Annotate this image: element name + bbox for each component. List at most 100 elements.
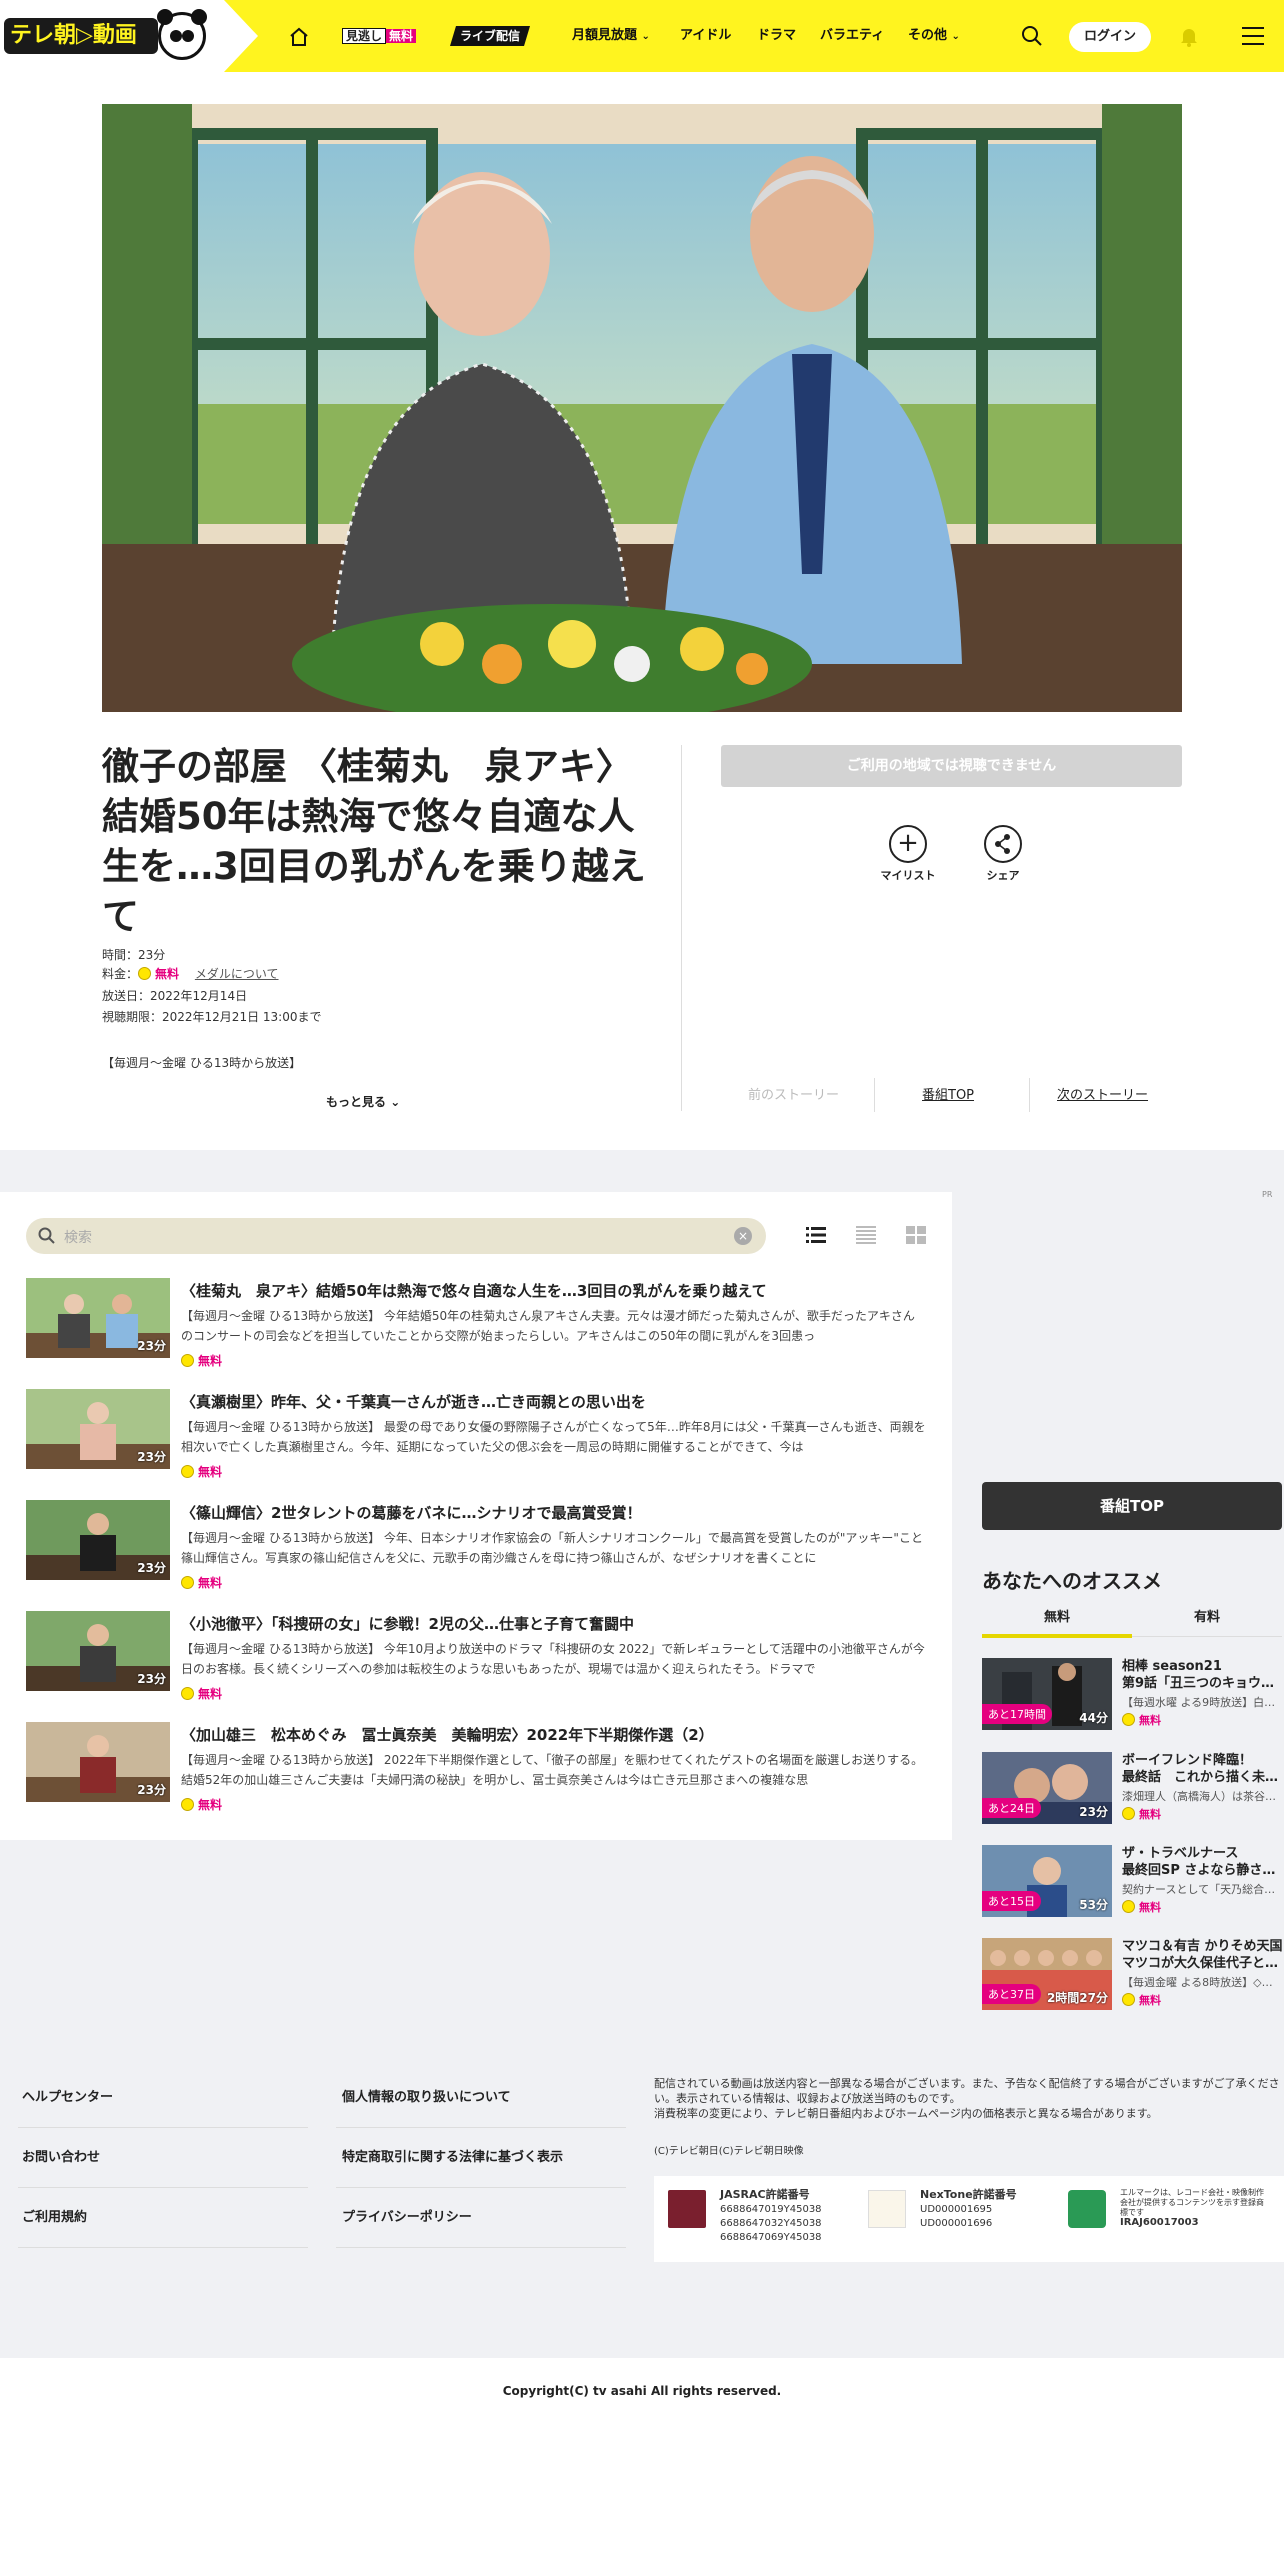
recommend-episode: 第9話「丑三つのキョウ… [1122, 1676, 1275, 1691]
recommend-series: ザ・トラベルナース [1122, 1846, 1239, 1861]
recommend-episode: 最終話 これから描く未… [1122, 1770, 1279, 1785]
compact-view-icon[interactable] [856, 1226, 876, 1244]
clear-icon[interactable]: × [734, 1227, 752, 1245]
price-value: 無料 [155, 967, 180, 981]
missed-nav[interactable]: 見逃し 無料 [342, 26, 417, 46]
list-view-icon[interactable] [806, 1226, 826, 1244]
episode-description: 【毎週月～金曜 ひる13時から放送】 2022年下半期傑作選として、「徹子の部屋… [181, 1753, 924, 1787]
list-item[interactable]: 23分 〈篠山輝信〉2世タレントの葛藤をバネに…シナリオで最高賞受賞！ 【毎週月… [26, 1500, 926, 1600]
home-icon[interactable] [288, 26, 310, 48]
recommend-item[interactable]: あと37日 2時間27分 マツコ＆有吉 かりそめ天国 マツコが大久保佳代子と… 【毎週… [982, 1938, 1282, 2010]
recommend-duration: 53分 [1079, 1898, 1108, 1912]
search-input[interactable]: 検索 × [26, 1218, 766, 1254]
recommend-thumbnail: あと37日 2時間27分 [982, 1938, 1112, 2010]
episode-title[interactable]: 〈桂菊丸 泉アキ〉結婚50年は熱海で悠々自適な人生を…3回目の乳がんを乗り越えて [181, 1280, 926, 1301]
grid-view-icon[interactable] [906, 1226, 926, 1244]
missed-label: 見逃し [342, 28, 387, 44]
recommend-item[interactable]: あと17時間 44分 相棒 season21 第9話「丑三つのキョウ… 【毎週水曜 よ… [982, 1658, 1282, 1730]
nav-other[interactable]: その他 ⌄ [908, 0, 960, 72]
episode-thumbnail: 23分 [26, 1389, 170, 1469]
recommend-item[interactable]: あと24日 23分 ボーイフレンド降臨！ 最終話 これから描く未… 漆畑理人（高橋海人… [982, 1752, 1282, 1824]
episode-thumbnail: 23分 [26, 1611, 170, 1691]
episode-price: 無料 [181, 1574, 222, 1591]
mylist-label: マイリスト [880, 869, 936, 882]
footer-privacy-policy-link[interactable]: プライバシーポリシー [336, 2188, 626, 2248]
schedule: 【毎週月～金曜 ひる13時から放送】 [102, 1056, 302, 1070]
price-value: 無料 [198, 1465, 223, 1479]
logo[interactable]: テレ朝▷動画 [4, 18, 158, 54]
remaining-badge: あと17時間 [982, 1704, 1052, 1724]
program-title: 徹子の部屋 〈桂菊丸 泉アキ〉結婚50年は熱海で悠々自適な人生を…3回目の乳がん… [102, 745, 646, 938]
footer-terms-link[interactable]: ご利用規約 [18, 2188, 308, 2248]
footer-col-2: 個人情報の取り扱いについて 特定商取引に関する法律に基づく表示 プライバシーポリ… [336, 2068, 626, 2248]
coin-icon [1122, 1713, 1135, 1726]
footer-credit: (C)テレビ朝日(C)テレビ朝日映像 [654, 2146, 804, 2157]
list-item[interactable]: 23分 〈真瀬樹里〉昨年、父・千葉真一さんが逝き…亡き両親との思い出を 【毎週月… [26, 1389, 926, 1489]
program-top-button[interactable]: 番組TOP [982, 1482, 1282, 1530]
episode-title[interactable]: 〈篠山輝信〉2世タレントの葛藤をバネに…シナリオで最高賞受賞！ [181, 1502, 926, 1523]
recommend-title: あなたへのオススメ [982, 1569, 1162, 1593]
nav-other-label: その他 [908, 28, 948, 43]
list-item[interactable]: 23分 〈小池徹平〉「科捜研の女」に参戦！2児の父…仕事と子育て奮闘中 【毎週月… [26, 1611, 926, 1711]
episode-title[interactable]: 〈小池徹平〉「科捜研の女」に参戦！2児の父…仕事と子育て奮闘中 [181, 1613, 926, 1634]
next-story[interactable]: 次のストーリー [1057, 1084, 1148, 1106]
episode-duration: 23分 [137, 1672, 166, 1686]
search-icon[interactable] [1021, 25, 1043, 47]
footer-notice: 配信されている動画は放送内容と一部異なる場合がございます。また、予告なく配信終了… [654, 2077, 1280, 2120]
recommend-item[interactable]: あと15日 53分 ザ・トラベルナース 最終回SP さよなら静さ… 契約ナースとして「… [982, 1845, 1282, 1917]
episode-price: 無料 [181, 1796, 222, 1813]
air-date: 放送日：2022年12月14日 [102, 989, 248, 1003]
jasrac-title: JASRAC許諾番号 [720, 2188, 810, 2201]
coin-icon [181, 1354, 194, 1367]
price-value: 無料 [198, 1354, 223, 1368]
footer-help-link[interactable]: ヘルプセンター [18, 2068, 308, 2128]
panda-mascot-icon [157, 9, 207, 60]
list-item[interactable]: 23分 〈桂菊丸 泉アキ〉結婚50年は熱海で悠々自適な人生を…3回目の乳がんを乗… [26, 1278, 926, 1378]
recommend-tabs: 無料 有料 [982, 1600, 1282, 1640]
price-label: 料金： [102, 967, 139, 981]
program-top-link[interactable]: 番組TOP [922, 1084, 974, 1106]
search-icon [38, 1227, 55, 1244]
nav-monthly[interactable]: 月額見放題 ⌄ [572, 0, 650, 72]
episode-description: 【毎週月～金曜 ひる13時から放送】 今年結婚50年の桂菊丸さん泉アキさん夫妻。… [181, 1309, 915, 1343]
episode-title[interactable]: 〈真瀬樹里〉昨年、父・千葉真一さんが逝き…亡き両親との思い出を [181, 1391, 926, 1412]
prev-story[interactable]: 前のストーリー [748, 1084, 839, 1106]
footer-privacy-handling-link[interactable]: 個人情報の取り扱いについて [336, 2068, 626, 2128]
episode-title[interactable]: 〈加山雄三 松本めぐみ 冨士眞奈美 美輪明宏〉2022年下半期傑作選（2） [181, 1724, 926, 1745]
coin-icon [181, 1465, 194, 1478]
chevron-down-icon: ⌄ [390, 1095, 401, 1109]
recommend-thumbnail: あと24日 23分 [982, 1752, 1112, 1824]
episode-duration: 23分 [137, 1339, 166, 1353]
divider [1132, 1636, 1282, 1637]
nav-drama[interactable]: ドラマ [757, 0, 796, 72]
jasrac-number: 6688647032Y45038 [720, 2218, 822, 2229]
share-button[interactable]: シェア [968, 825, 1038, 883]
copyright: Copyright(C) tv asahi All rights reserve… [502, 2384, 782, 2398]
coin-icon [181, 1687, 194, 1700]
recommend-duration: 2時間27分 [1046, 1991, 1108, 2005]
episode-duration: 23分 [137, 1561, 166, 1575]
bell-icon[interactable] [1178, 25, 1200, 47]
chevron-down-icon: ⌄ [641, 31, 650, 42]
tab-free[interactable]: 無料 [982, 1606, 1132, 1625]
search-placeholder: 検索 [64, 1230, 92, 1246]
menu-icon[interactable] [1242, 26, 1264, 46]
live-nav[interactable]: ライブ配信 [450, 26, 530, 46]
footer-contact-link[interactable]: お問い合わせ [18, 2128, 308, 2188]
plus-icon: + [889, 825, 927, 863]
more-button[interactable]: もっと見る ⌄ [326, 1093, 400, 1110]
lmark-license: エルマークは、レコード会社・映像制作会社が提供するコンテンツを示す登録商標です I… [1120, 2188, 1270, 2228]
tab-paid[interactable]: 有料 [1132, 1606, 1282, 1625]
footer-commerce-law-link[interactable]: 特定商取引に関する法律に基づく表示 [336, 2128, 626, 2188]
episode-description: 【毎週月～金曜 ひる13時から放送】 今年、日本シナリオ作家協会の「新人シナリオ… [181, 1531, 923, 1565]
login-button[interactable]: ログイン [1069, 22, 1151, 52]
mylist-button[interactable]: + マイリスト [873, 825, 943, 883]
nav-idol[interactable]: アイドル [680, 0, 731, 72]
list-item[interactable]: 23分 〈加山雄三 松本めぐみ 冨士眞奈美 美輪明宏〉2022年下半期傑作選（2… [26, 1722, 926, 1822]
recommend-desc: 漆畑理人（高橋海人）は茶谷… [1122, 1790, 1276, 1803]
price-value: 無料 [1139, 1714, 1161, 1727]
medal-link[interactable]: メダルについて [195, 967, 279, 981]
jasrac-logo-icon [668, 2190, 706, 2228]
nextone-number: UD000001696 [920, 2218, 993, 2229]
nav-variety[interactable]: バラエティ [820, 0, 884, 72]
